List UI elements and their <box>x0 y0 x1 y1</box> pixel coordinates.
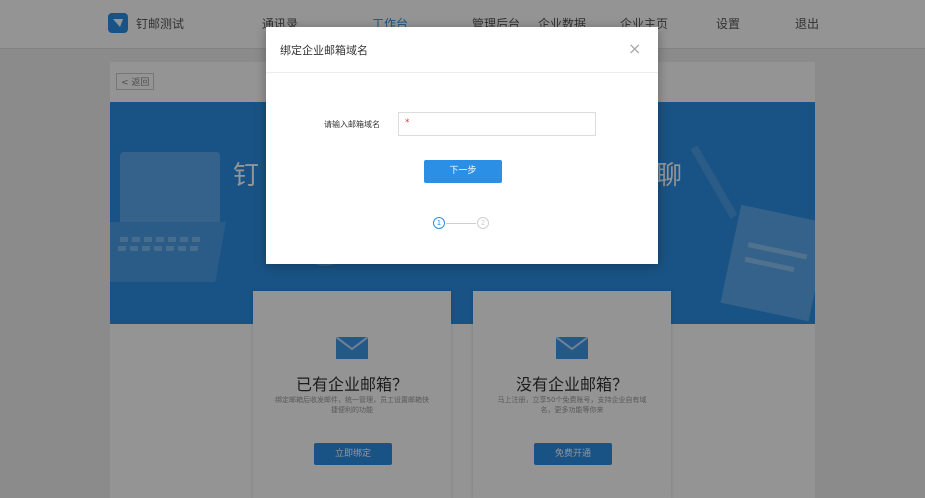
step-indicator-1: 1 <box>433 217 445 229</box>
required-mark: * <box>405 118 410 128</box>
close-icon[interactable]: × <box>628 39 641 58</box>
next-step-button[interactable]: 下一步 <box>424 160 502 183</box>
domain-field-label: 请输入邮箱域名 <box>324 120 380 129</box>
step-indicator-2: 2 <box>477 217 489 229</box>
domain-input[interactable] <box>413 116 595 134</box>
dialog-title: 绑定企业邮箱域名 <box>280 44 368 57</box>
step-connector <box>446 223 476 224</box>
dialog-header: 绑定企业邮箱域名 × <box>266 27 658 73</box>
domain-input-box[interactable]: * <box>398 112 596 136</box>
bind-domain-dialog: 绑定企业邮箱域名 × 请输入邮箱域名 * 下一步 1 2 <box>266 27 658 264</box>
